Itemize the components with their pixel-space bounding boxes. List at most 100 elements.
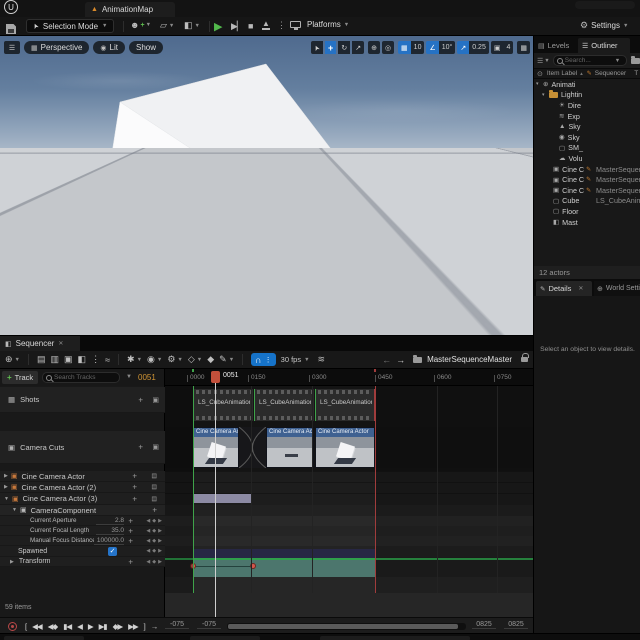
- lock-icon[interactable]: [521, 357, 528, 362]
- track-cine-camera-1[interactable]: ▶ ▣ Cine Camera Actor + ▤: [0, 471, 165, 482]
- prev-key-icon[interactable]: ◀: [146, 538, 150, 544]
- play-reverse-button[interactable]: ◀: [77, 622, 82, 631]
- curve-editor-icon[interactable]: ≋: [318, 354, 326, 365]
- outliner-row[interactable]: ▾Lightin: [534, 90, 640, 101]
- scale-snap-button[interactable]: ↗ 0.25: [457, 41, 489, 54]
- outliner-search-input[interactable]: [565, 57, 613, 64]
- outliner-row[interactable]: ▲Sky: [534, 121, 640, 132]
- previous-key-button[interactable]: ◀◆: [48, 622, 58, 631]
- add-icon[interactable]: +: [128, 516, 133, 525]
- shot-clip[interactable]: LS_CubeAnimation: [315, 389, 375, 421]
- next-key-icon[interactable]: ▶: [158, 559, 162, 565]
- find-icon[interactable]: ▥: [51, 354, 60, 365]
- lit-dropdown[interactable]: ◉ Lit: [93, 41, 125, 54]
- add-actor-button[interactable]: ☻ + ▼: [130, 20, 151, 30]
- add-icon[interactable]: +: [128, 536, 133, 545]
- camera-add-icon[interactable]: ▣: [152, 396, 159, 404]
- outliner-row[interactable]: ▢SM_: [534, 143, 640, 154]
- playback-options-icon[interactable]: ⚙▼: [167, 354, 183, 365]
- perspective-dropdown[interactable]: ▦ Perspective: [24, 41, 89, 54]
- timeline-ruler[interactable]: 000001500300045006000750: [165, 369, 533, 386]
- list-icon[interactable]: ▤: [151, 484, 157, 491]
- add-key-icon[interactable]: ◆: [152, 538, 156, 544]
- blueprints-button[interactable]: ▱▼: [160, 20, 174, 31]
- cmd-console-input[interactable]: [320, 636, 470, 640]
- type-column[interactable]: T: [634, 70, 638, 77]
- property-value[interactable]: 100000.0: [94, 537, 124, 545]
- track-transform[interactable]: ▶ Transform + ◀◆▶: [0, 557, 165, 567]
- camera-icon[interactable]: ▣: [64, 354, 73, 365]
- save-icon[interactable]: ▤: [37, 354, 46, 365]
- outliner-row[interactable]: ≋Exp: [534, 111, 640, 122]
- fps-dropdown[interactable]: 30 fps▼: [281, 355, 310, 364]
- add-track-button[interactable]: + Track: [2, 371, 38, 384]
- current-frame-field[interactable]: 0051: [138, 373, 156, 382]
- track-current-aperture[interactable]: Current Aperture 2.8 + ◀◆▶: [0, 516, 165, 526]
- step-back-button[interactable]: ▮◀: [63, 622, 71, 631]
- viewport[interactable]: ☰ ▦ Perspective ◉ Lit Show ➤ + ↻ ↗ ⊕ ◎ ▦…: [0, 36, 533, 335]
- set-end-button[interactable]: ]: [144, 622, 145, 631]
- expand-arrow[interactable]: ▾: [542, 92, 549, 98]
- visibility-column-icon[interactable]: ⊙: [537, 70, 543, 78]
- ease-curve-button[interactable]: ∩⋮: [251, 353, 276, 366]
- camera-cut-clip[interactable]: Cine Camera Actor: [315, 427, 375, 468]
- working-range-end-field[interactable]: 0825: [472, 621, 496, 629]
- item-label-column[interactable]: Item Label: [547, 70, 577, 77]
- track-search-input[interactable]: [54, 374, 114, 381]
- rotation-snap-button[interactable]: ∠ 10°: [426, 41, 455, 54]
- add-icon[interactable]: +: [128, 526, 133, 535]
- maximize-viewport-button[interactable]: ▦: [517, 41, 530, 54]
- working-range-start-field[interactable]: -075: [197, 621, 221, 629]
- camera-cut-clip[interactable]: Cine Camera Actor: [193, 427, 239, 468]
- scale-tool-button[interactable]: ↗: [352, 41, 364, 54]
- track-filter-icon[interactable]: ▼: [126, 374, 132, 380]
- outliner-row[interactable]: ▢CubeLS_CubeAnimat: [534, 196, 640, 207]
- record-button[interactable]: [8, 622, 17, 631]
- tab-world-settings[interactable]: ⊕ World Setti: [594, 281, 640, 296]
- sequencer-column[interactable]: Sequencer: [595, 70, 626, 77]
- add-key-icon[interactable]: ◆: [152, 528, 156, 534]
- playback-start-line[interactable]: [193, 386, 194, 593]
- expand-arrow[interactable]: ▼: [4, 496, 9, 502]
- show-dropdown[interactable]: Show: [129, 41, 163, 54]
- selection-mode-dropdown[interactable]: ➤ Selection Mode ▼: [26, 19, 114, 33]
- world-space-button[interactable]: ⊕: [368, 41, 380, 54]
- save-button[interactable]: [6, 24, 16, 34]
- prev-key-icon[interactable]: ◀: [146, 559, 150, 565]
- rotate-tool-button[interactable]: ↻: [338, 41, 350, 54]
- track-camera-component[interactable]: ▼ ▣ CameraComponent +: [0, 505, 165, 516]
- tab-sequencer[interactable]: ◧ Sequencer ✕: [0, 336, 80, 351]
- play-button[interactable]: ▶: [88, 622, 93, 631]
- next-key-button[interactable]: ◆▶: [113, 622, 123, 631]
- stop-button[interactable]: ■: [248, 21, 253, 31]
- add-icon[interactable]: +: [132, 494, 137, 503]
- track-camera-cuts[interactable]: ▣ Camera Cuts + ▣: [0, 431, 165, 464]
- add-key-icon[interactable]: ◆: [152, 548, 156, 554]
- outliner-row[interactable]: ▢Floor: [534, 206, 640, 217]
- camera-cut-clip[interactable]: Cine Camera Actor: [266, 427, 314, 468]
- tab-levels[interactable]: ▤Levels: [534, 38, 576, 53]
- transform-section-bar[interactable]: [193, 560, 375, 577]
- tab-details[interactable]: ✎ Details ✕: [536, 281, 592, 296]
- surface-snap-button[interactable]: ◎: [382, 41, 394, 54]
- add-icon[interactable]: +: [132, 472, 137, 481]
- wrench-icon[interactable]: ✱▼: [127, 354, 142, 365]
- to-front-button[interactable]: ◀◀: [32, 622, 42, 631]
- spawned-section-bar[interactable]: [193, 549, 375, 558]
- add-key-icon[interactable]: ◆: [152, 559, 156, 565]
- expand-arrow[interactable]: ▶: [4, 473, 8, 479]
- view-range-end-field[interactable]: 0825: [504, 621, 528, 629]
- outliner-search-input-wrap[interactable]: ▼: [553, 55, 627, 66]
- create-folder-icon[interactable]: [631, 58, 640, 64]
- settings-dropdown[interactable]: ⚙ Settings ▼: [580, 20, 628, 31]
- pen-icon[interactable]: ✎▼: [219, 354, 234, 365]
- add-icon[interactable]: +: [138, 443, 143, 452]
- content-drawer-button[interactable]: [4, 636, 84, 640]
- list-icon[interactable]: ▤: [151, 495, 157, 502]
- keyframe-options-icon[interactable]: ◇▼: [188, 354, 202, 365]
- close-icon[interactable]: ✕: [578, 285, 583, 292]
- add-icon[interactable]: +: [132, 483, 137, 492]
- back-icon[interactable]: ←: [382, 355, 391, 365]
- skip-button[interactable]: ▶▏: [231, 21, 243, 32]
- prev-key-icon[interactable]: ◀: [146, 518, 150, 524]
